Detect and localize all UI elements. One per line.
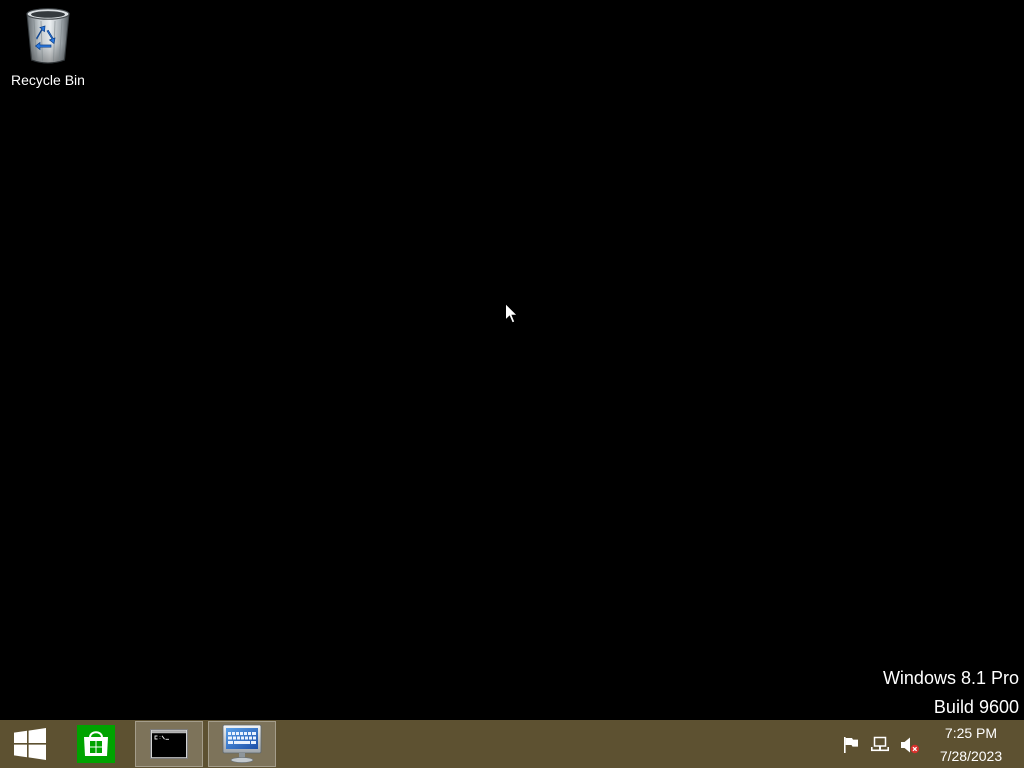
desktop-background: Recycle Bin Windows 8.1 Pro Build 9600 [0,0,1024,720]
clock-time: 7:25 PM [944,725,998,741]
start-button[interactable] [0,721,60,767]
taskbar-button-store[interactable] [62,721,130,767]
taskbar-button-command-prompt[interactable] [135,721,203,767]
recycle-bin-icon [26,8,70,64]
watermark-edition: Windows 8.1 Pro [882,668,1019,688]
volume-muted-icon[interactable] [900,736,920,754]
network-icon[interactable] [870,736,890,754]
windows-logo-icon [14,728,46,760]
on-screen-keyboard-icon [222,724,262,763]
taskbar-button-on-screen-keyboard[interactable] [208,721,276,767]
watermark-build: Build 9600 [933,697,1019,717]
desktop-icon-recycle-bin[interactable]: Recycle Bin [6,5,90,88]
windows-version-watermark: Windows 8.1 Pro Build 9600 [883,664,1019,722]
action-center-flag-icon[interactable] [841,736,861,754]
desktop-icon-label: Recycle Bin [11,72,85,88]
command-prompt-icon [150,729,188,759]
clock-date: 7/28/2023 [939,748,1003,764]
taskbar: 7:25 PM 7/28/2023 [0,720,1024,768]
taskbar-clock[interactable]: 7:25 PM 7/28/2023 [934,722,1008,768]
mouse-pointer-icon [505,303,518,324]
windows-store-icon [77,725,115,763]
